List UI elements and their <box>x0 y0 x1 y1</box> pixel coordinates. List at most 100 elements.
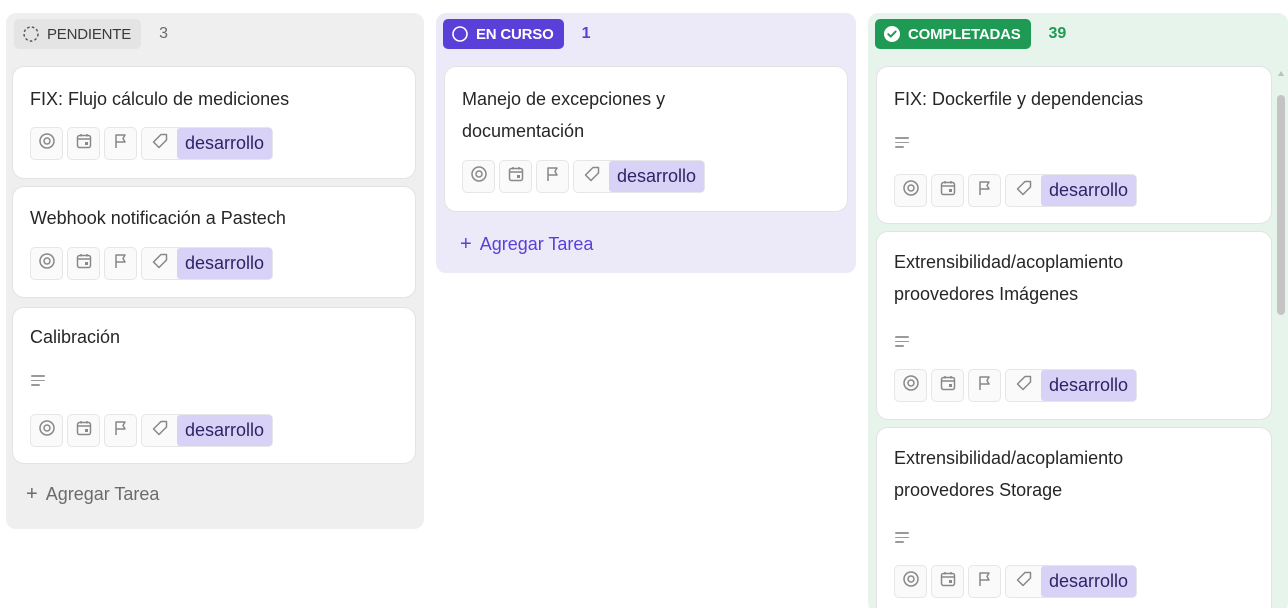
calendar-icon <box>75 419 93 442</box>
task-title: FIX: Flujo cálculo de mediciones <box>30 89 290 109</box>
description-icon <box>895 137 909 149</box>
task-title-line: documentación <box>462 121 585 141</box>
tags-button[interactable]: desarrollo <box>1005 174 1138 207</box>
task-title: Manejo de excepciones y documentación <box>462 83 833 147</box>
tags-button[interactable]: desarrollo <box>1005 369 1138 402</box>
at-sign-icon <box>902 179 920 202</box>
add-task-button-pending[interactable]: + Agregar Tarea <box>26 483 159 506</box>
add-task-label: Agregar Tarea <box>45 484 160 504</box>
status-label-completed: COMPLETADAS <box>908 25 1021 43</box>
flag-icon <box>112 132 130 155</box>
priority-button[interactable] <box>968 369 1001 402</box>
task-toolbar: desarrollo <box>30 127 274 160</box>
scroll-up-icon[interactable] <box>1278 71 1284 76</box>
at-sign-icon <box>470 165 488 188</box>
tag-chip[interactable]: desarrollo <box>1041 175 1137 206</box>
assignee-button[interactable] <box>894 369 927 402</box>
task-title-line: proovedores Imágenes <box>894 284 1079 304</box>
tag-chip[interactable]: desarrollo <box>609 161 705 192</box>
task-toolbar: desarrollo <box>30 247 274 280</box>
kanban-board: PENDIENTE 3 FIX: Flujo cálculo de medici… <box>0 0 1288 608</box>
task-card[interactable]: Extrensibilidad/acoplamiento proovedores… <box>876 231 1272 420</box>
description-icon <box>31 375 45 387</box>
tags-button[interactable]: desarrollo <box>141 247 274 280</box>
task-title: Extrensibilidad/acoplamiento proovedores… <box>894 442 1257 506</box>
tags-button[interactable]: desarrollo <box>141 127 274 160</box>
plus-icon: + <box>460 233 472 255</box>
task-toolbar: desarrollo <box>462 160 706 193</box>
priority-button[interactable] <box>104 414 137 447</box>
scroll-thumb[interactable] <box>1277 95 1285 315</box>
tag-chip[interactable]: desarrollo <box>1041 566 1137 597</box>
task-card[interactable]: Calibración desarrollo <box>12 307 416 464</box>
due-date-button[interactable] <box>931 565 964 598</box>
status-pill-completed[interactable]: COMPLETADAS <box>875 19 1031 49</box>
status-label-in-progress: EN CURSO <box>476 25 554 43</box>
priority-button[interactable] <box>968 565 1001 598</box>
assignee-button[interactable] <box>894 565 927 598</box>
tag-chip[interactable]: desarrollo <box>1041 370 1137 401</box>
due-date-button[interactable] <box>67 247 100 280</box>
tag-icon <box>151 252 169 275</box>
tag-icon <box>151 132 169 155</box>
assignee-button[interactable] <box>894 174 927 207</box>
due-date-button[interactable] <box>67 127 100 160</box>
status-pill-in-progress[interactable]: EN CURSO <box>443 19 564 49</box>
task-title-line: Extrensibilidad/acoplamiento <box>894 252 1124 272</box>
flag-icon <box>544 165 562 188</box>
priority-button[interactable] <box>536 160 569 193</box>
task-title-line: Extrensibilidad/acoplamiento <box>894 448 1124 468</box>
dashed-circle-icon <box>22 25 40 43</box>
task-card[interactable]: Manejo de excepciones y documentación de… <box>444 66 848 212</box>
task-count-completed: 39 <box>1048 25 1067 42</box>
at-sign-icon <box>38 419 56 442</box>
tag-chip[interactable]: desarrollo <box>177 415 273 446</box>
due-date-button[interactable] <box>931 174 964 207</box>
status-pill-pending[interactable]: PENDIENTE <box>14 19 142 49</box>
calendar-icon <box>939 570 957 593</box>
tags-button[interactable]: desarrollo <box>573 160 706 193</box>
at-sign-icon <box>902 570 920 593</box>
assignee-button[interactable] <box>462 160 495 193</box>
check-circle-icon <box>883 25 901 43</box>
task-card[interactable]: FIX: Flujo cálculo de mediciones desarro… <box>12 66 416 179</box>
tag-icon <box>583 165 601 188</box>
at-sign-icon <box>38 132 56 155</box>
tag-chip[interactable]: desarrollo <box>177 128 273 159</box>
task-card[interactable]: Webhook notificación a Pastech desarroll… <box>12 186 416 298</box>
due-date-button[interactable] <box>67 414 100 447</box>
task-title: Calibración <box>30 327 121 347</box>
column-scrollbar[interactable] <box>1276 71 1286 608</box>
assignee-button[interactable] <box>30 247 63 280</box>
tag-chip[interactable]: desarrollo <box>177 248 273 279</box>
tag-icon <box>1015 179 1033 202</box>
task-title: Extrensibilidad/acoplamiento proovedores… <box>894 246 1257 310</box>
assignee-button[interactable] <box>30 414 63 447</box>
due-date-button[interactable] <box>499 160 532 193</box>
flag-icon <box>112 252 130 275</box>
column-header-pending: PENDIENTE 3 <box>14 19 168 49</box>
tags-button[interactable]: desarrollo <box>1005 565 1138 598</box>
tags-button[interactable]: desarrollo <box>141 414 274 447</box>
column-completed: COMPLETADAS 39 FIX: Dockerfile y depende… <box>868 13 1288 608</box>
column-in-progress: EN CURSO 1 Manejo de excepciones y docum… <box>436 13 856 273</box>
at-sign-icon <box>38 252 56 275</box>
priority-button[interactable] <box>968 174 1001 207</box>
calendar-icon <box>939 179 957 202</box>
flag-icon <box>976 374 994 397</box>
task-card[interactable]: Extrensibilidad/acoplamiento proovedores… <box>876 427 1272 608</box>
status-label-pending: PENDIENTE <box>47 25 132 43</box>
priority-button[interactable] <box>104 247 137 280</box>
add-task-button-in-progress[interactable]: + Agregar Tarea <box>460 233 593 256</box>
at-sign-icon <box>902 374 920 397</box>
assignee-button[interactable] <box>30 127 63 160</box>
tag-icon <box>151 419 169 442</box>
flag-icon <box>976 179 994 202</box>
due-date-button[interactable] <box>931 369 964 402</box>
task-card[interactable]: FIX: Dockerfile y dependencias desarroll… <box>876 66 1272 224</box>
calendar-icon <box>75 252 93 275</box>
task-title: Webhook notificación a Pastech <box>30 208 286 228</box>
column-pending: PENDIENTE 3 FIX: Flujo cálculo de medici… <box>6 13 424 529</box>
plus-icon: + <box>26 483 38 505</box>
priority-button[interactable] <box>104 127 137 160</box>
